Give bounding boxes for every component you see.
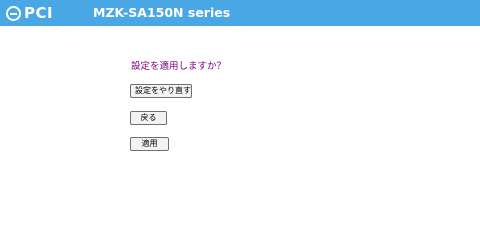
back-button[interactable]: 戻る xyxy=(130,111,167,125)
logo-text: PCI xyxy=(24,4,54,22)
redo-settings-button[interactable]: 設定をやり直す xyxy=(130,84,192,98)
apply-button[interactable]: 適用 xyxy=(130,137,169,151)
page: PCI MZK-SA150N series 設定を適用しますか？ 設定をやり直す… xyxy=(0,0,480,252)
pci-logo: PCI xyxy=(6,4,53,22)
confirm-question: 設定を適用しますか？ xyxy=(131,61,227,72)
logo-circle-icon xyxy=(6,5,21,21)
model-title: MZK-SA150N series xyxy=(93,5,231,20)
header-bar: PCI MZK-SA150N series xyxy=(0,0,480,26)
